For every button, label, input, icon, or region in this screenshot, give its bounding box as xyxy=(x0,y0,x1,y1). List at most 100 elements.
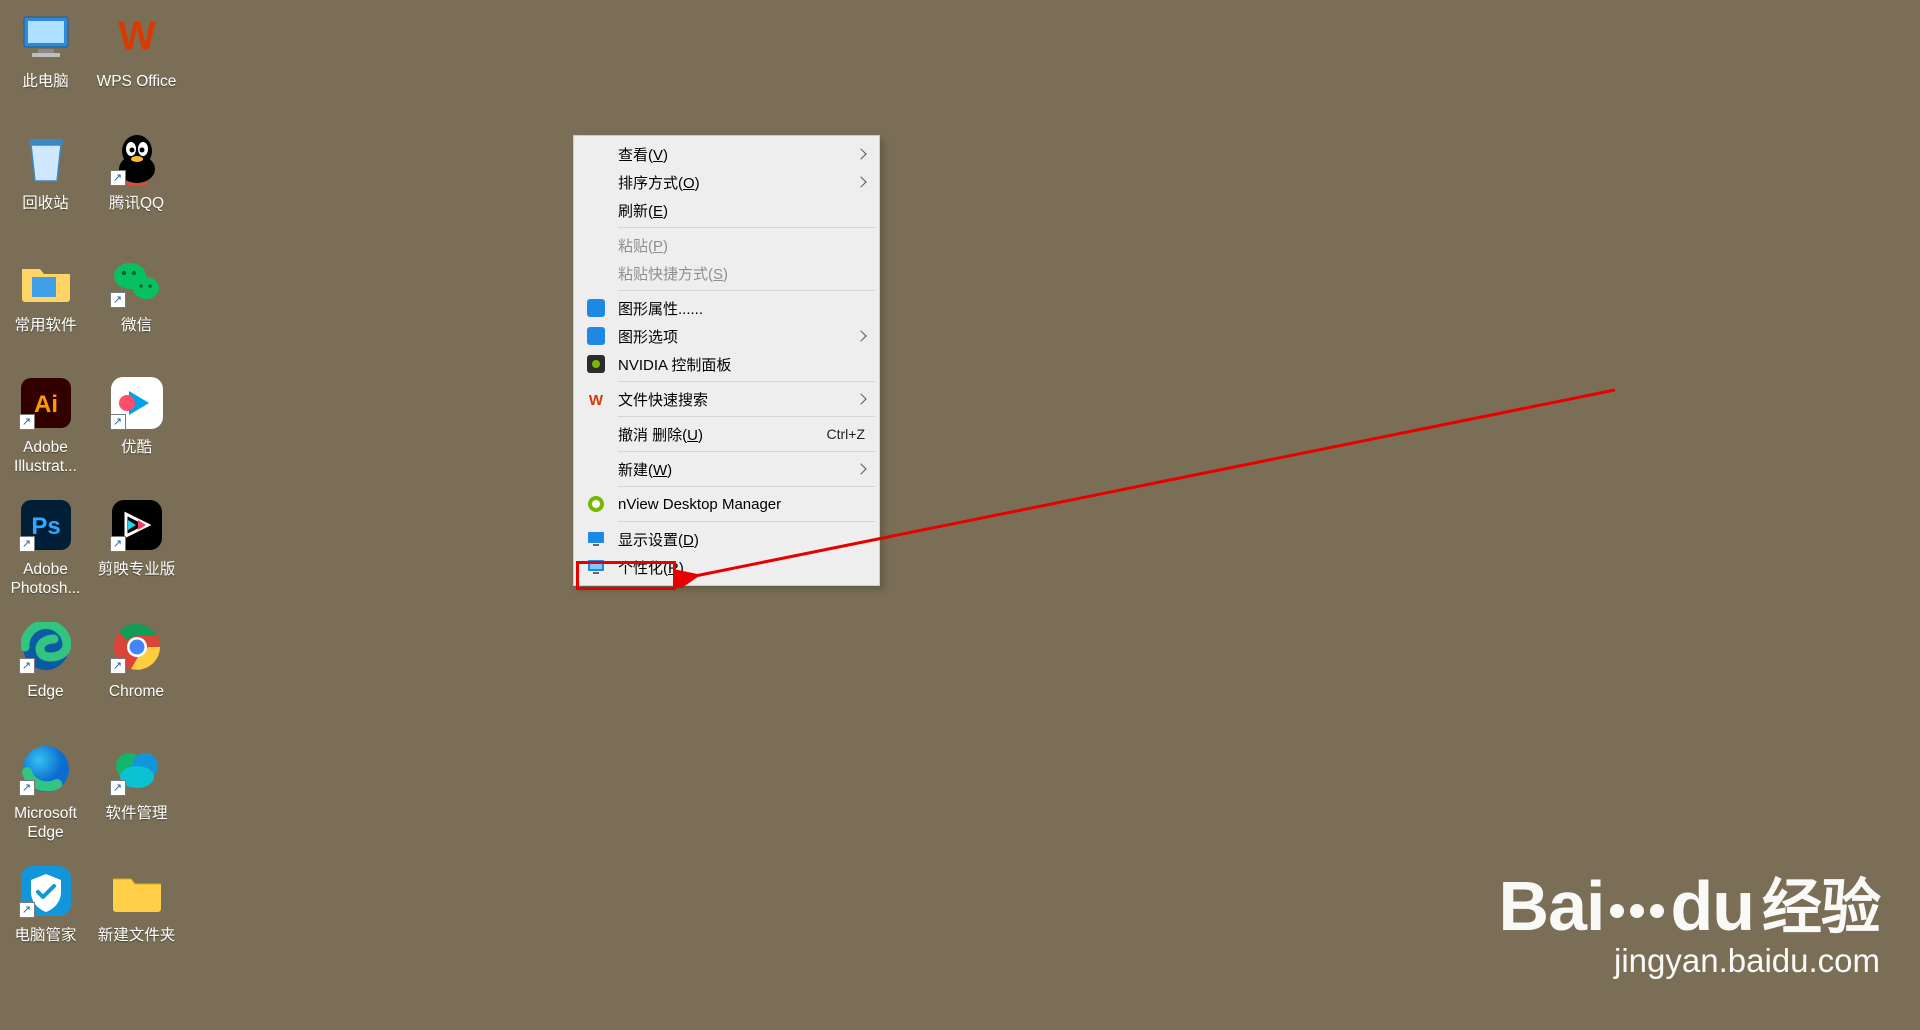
desktop-icon-this-pc[interactable]: 此电脑 xyxy=(0,0,91,122)
menu-item-2[interactable]: 刷新(E) xyxy=(576,196,877,224)
desktop-icon-swmgr[interactable]: ↗ 软件管理 xyxy=(91,732,182,854)
wechat-icon: ↗ xyxy=(108,252,166,310)
desktop-icon-ps[interactable]: Ps↗ Adobe Photosh... xyxy=(0,488,91,610)
desktop-icon-grid: 此电脑 WWPS Office 回收站 ↗ 腾讯QQ 常用软件↗微信 Ai↗ Adobe Il… xyxy=(0,0,200,976)
menu-item-icon xyxy=(586,298,606,318)
jianying-icon: ↗ xyxy=(108,496,166,554)
this-pc-icon xyxy=(17,8,75,66)
menu-item-20[interactable]: 个性化(R) xyxy=(576,553,877,581)
menu-item-label: 刷新(E) xyxy=(618,200,668,221)
shortcut-arrow-icon: ↗ xyxy=(110,780,126,796)
desktop-icon-label: Edge xyxy=(27,682,63,701)
desktop-icon-wechat[interactable]: ↗微信 xyxy=(91,244,182,366)
desktop-icon-label: Adobe Photosh... xyxy=(3,560,89,599)
desktop-icon-edge[interactable]: ↗ Edge xyxy=(0,610,91,732)
shortcut-arrow-icon: ↗ xyxy=(110,414,126,430)
shortcut-arrow-icon: ↗ xyxy=(19,536,35,552)
menu-item-11[interactable]: W 文件快速搜索 xyxy=(576,385,877,413)
menu-item-8[interactable]: 图形选项 xyxy=(576,322,877,350)
desktop-icon-label: 新建文件夹 xyxy=(98,926,176,945)
menu-item-icon xyxy=(586,144,606,164)
desktop-icon-youku[interactable]: ↗ 优酷 xyxy=(91,366,182,488)
chrome-icon: ↗ xyxy=(108,618,166,676)
chevron-right-icon xyxy=(855,393,866,404)
menu-item-icon xyxy=(586,424,606,444)
desktop-icon-label: Adobe Illustrat... xyxy=(3,438,89,477)
menu-separator xyxy=(618,381,875,382)
shortcut-arrow-icon: ↗ xyxy=(19,414,35,430)
menu-item-19[interactable]: 显示设置(D) xyxy=(576,525,877,553)
menu-separator xyxy=(618,416,875,417)
desktop-icon-label: Chrome xyxy=(109,682,164,701)
menu-item-17[interactable]: nView Desktop Manager xyxy=(576,490,877,518)
shortcut-arrow-icon: ↗ xyxy=(110,536,126,552)
menu-item-label: 粘贴(P) xyxy=(618,235,668,256)
desktop-context-menu[interactable]: 查看(V) 排序方式(O) 刷新(E) 粘贴(P) 粘贴快捷方式(S) 图形属性.....… xyxy=(573,135,880,586)
desktop-icon-label: 剪映专业版 xyxy=(98,560,176,579)
qq-icon: ↗ xyxy=(108,130,166,188)
svg-text:Ps: Ps xyxy=(31,513,60,540)
menu-item-icon xyxy=(586,459,606,479)
newfolder-icon xyxy=(108,862,166,920)
desktop-icon-label: 回收站 xyxy=(22,194,69,213)
paw-icon xyxy=(1610,904,1664,918)
menu-item-icon xyxy=(586,172,606,192)
desktop-icon-msedge[interactable]: ↗Microsoft Edge xyxy=(0,732,91,854)
desktop-icon-wps[interactable]: WWPS Office xyxy=(91,0,182,122)
desktop-icon-label: 此电脑 xyxy=(22,72,69,91)
watermark-zh: 经验 xyxy=(1762,859,1880,946)
menu-item-15[interactable]: 新建(W) xyxy=(576,455,877,483)
ps-icon: Ps↗ xyxy=(17,496,75,554)
menu-item-label: 排序方式(O) xyxy=(618,172,700,193)
shortcut-arrow-icon: ↗ xyxy=(19,780,35,796)
recycle-icon xyxy=(17,130,75,188)
menu-item-icon xyxy=(586,557,606,577)
shortcut-arrow-icon: ↗ xyxy=(19,902,35,918)
msedge-icon: ↗ xyxy=(17,740,75,798)
menu-item-13[interactable]: 撤消 删除(U) Ctrl+Z xyxy=(576,420,877,448)
menu-item-5: 粘贴快捷方式(S) xyxy=(576,259,877,287)
watermark-brand-bai: Bai xyxy=(1499,866,1605,946)
shortcut-arrow-icon: ↗ xyxy=(19,658,35,674)
desktop-icon-label: 腾讯QQ xyxy=(109,194,164,213)
desktop-icon-newfolder[interactable]: 新建文件夹 xyxy=(91,854,182,976)
menu-item-icon xyxy=(586,529,606,549)
chevron-right-icon xyxy=(855,463,866,474)
swmgr-icon: ↗ xyxy=(108,740,166,798)
menu-separator xyxy=(618,227,875,228)
menu-item-shortcut: Ctrl+Z xyxy=(827,426,866,442)
desktop-icon-label: 软件管理 xyxy=(105,804,167,823)
desktop-icon-ai[interactable]: Ai↗ Adobe Illustrat... xyxy=(0,366,91,488)
menu-item-label: 文件快速搜索 xyxy=(618,389,708,410)
svg-text:W: W xyxy=(589,392,604,408)
menu-item-label: 撤消 删除(U) xyxy=(618,424,703,445)
menu-item-label: 个性化(R) xyxy=(618,557,684,578)
menu-item-icon: W xyxy=(586,389,606,409)
menu-item-icon xyxy=(586,200,606,220)
menu-item-7[interactable]: 图形属性...... xyxy=(576,294,877,322)
desktop-icon-label: 优酷 xyxy=(121,438,152,457)
menu-item-label: 显示设置(D) xyxy=(618,529,699,550)
menu-separator xyxy=(618,521,875,522)
menu-item-icon xyxy=(586,235,606,255)
menu-item-label: 查看(V) xyxy=(618,144,668,165)
menu-item-icon xyxy=(586,263,606,283)
shortcut-arrow-icon: ↗ xyxy=(110,658,126,674)
desktop-icon-chrome[interactable]: ↗ Chrome xyxy=(91,610,182,732)
ai-icon: Ai↗ xyxy=(17,374,75,432)
desktop-icon-jianying[interactable]: ↗ 剪映专业版 xyxy=(91,488,182,610)
menu-item-9[interactable]: NVIDIA 控制面板 xyxy=(576,350,877,378)
edge-icon: ↗ xyxy=(17,618,75,676)
watermark: Bai du 经验 jingyan.baidu.com xyxy=(1499,859,1880,980)
menu-item-icon xyxy=(586,494,606,514)
menu-item-0[interactable]: 查看(V) xyxy=(576,140,877,168)
desktop-icon-pcmgr[interactable]: ↗电脑管家 xyxy=(0,854,91,976)
menu-item-1[interactable]: 排序方式(O) xyxy=(576,168,877,196)
shortcut-arrow-icon: ↗ xyxy=(110,292,126,308)
common-icon xyxy=(17,252,75,310)
youku-icon: ↗ xyxy=(108,374,166,432)
desktop-icon-common[interactable]: 常用软件 xyxy=(0,244,91,366)
watermark-brand-du: du xyxy=(1670,866,1754,946)
desktop-icon-recycle[interactable]: 回收站 xyxy=(0,122,91,244)
desktop-icon-qq[interactable]: ↗ 腾讯QQ xyxy=(91,122,182,244)
